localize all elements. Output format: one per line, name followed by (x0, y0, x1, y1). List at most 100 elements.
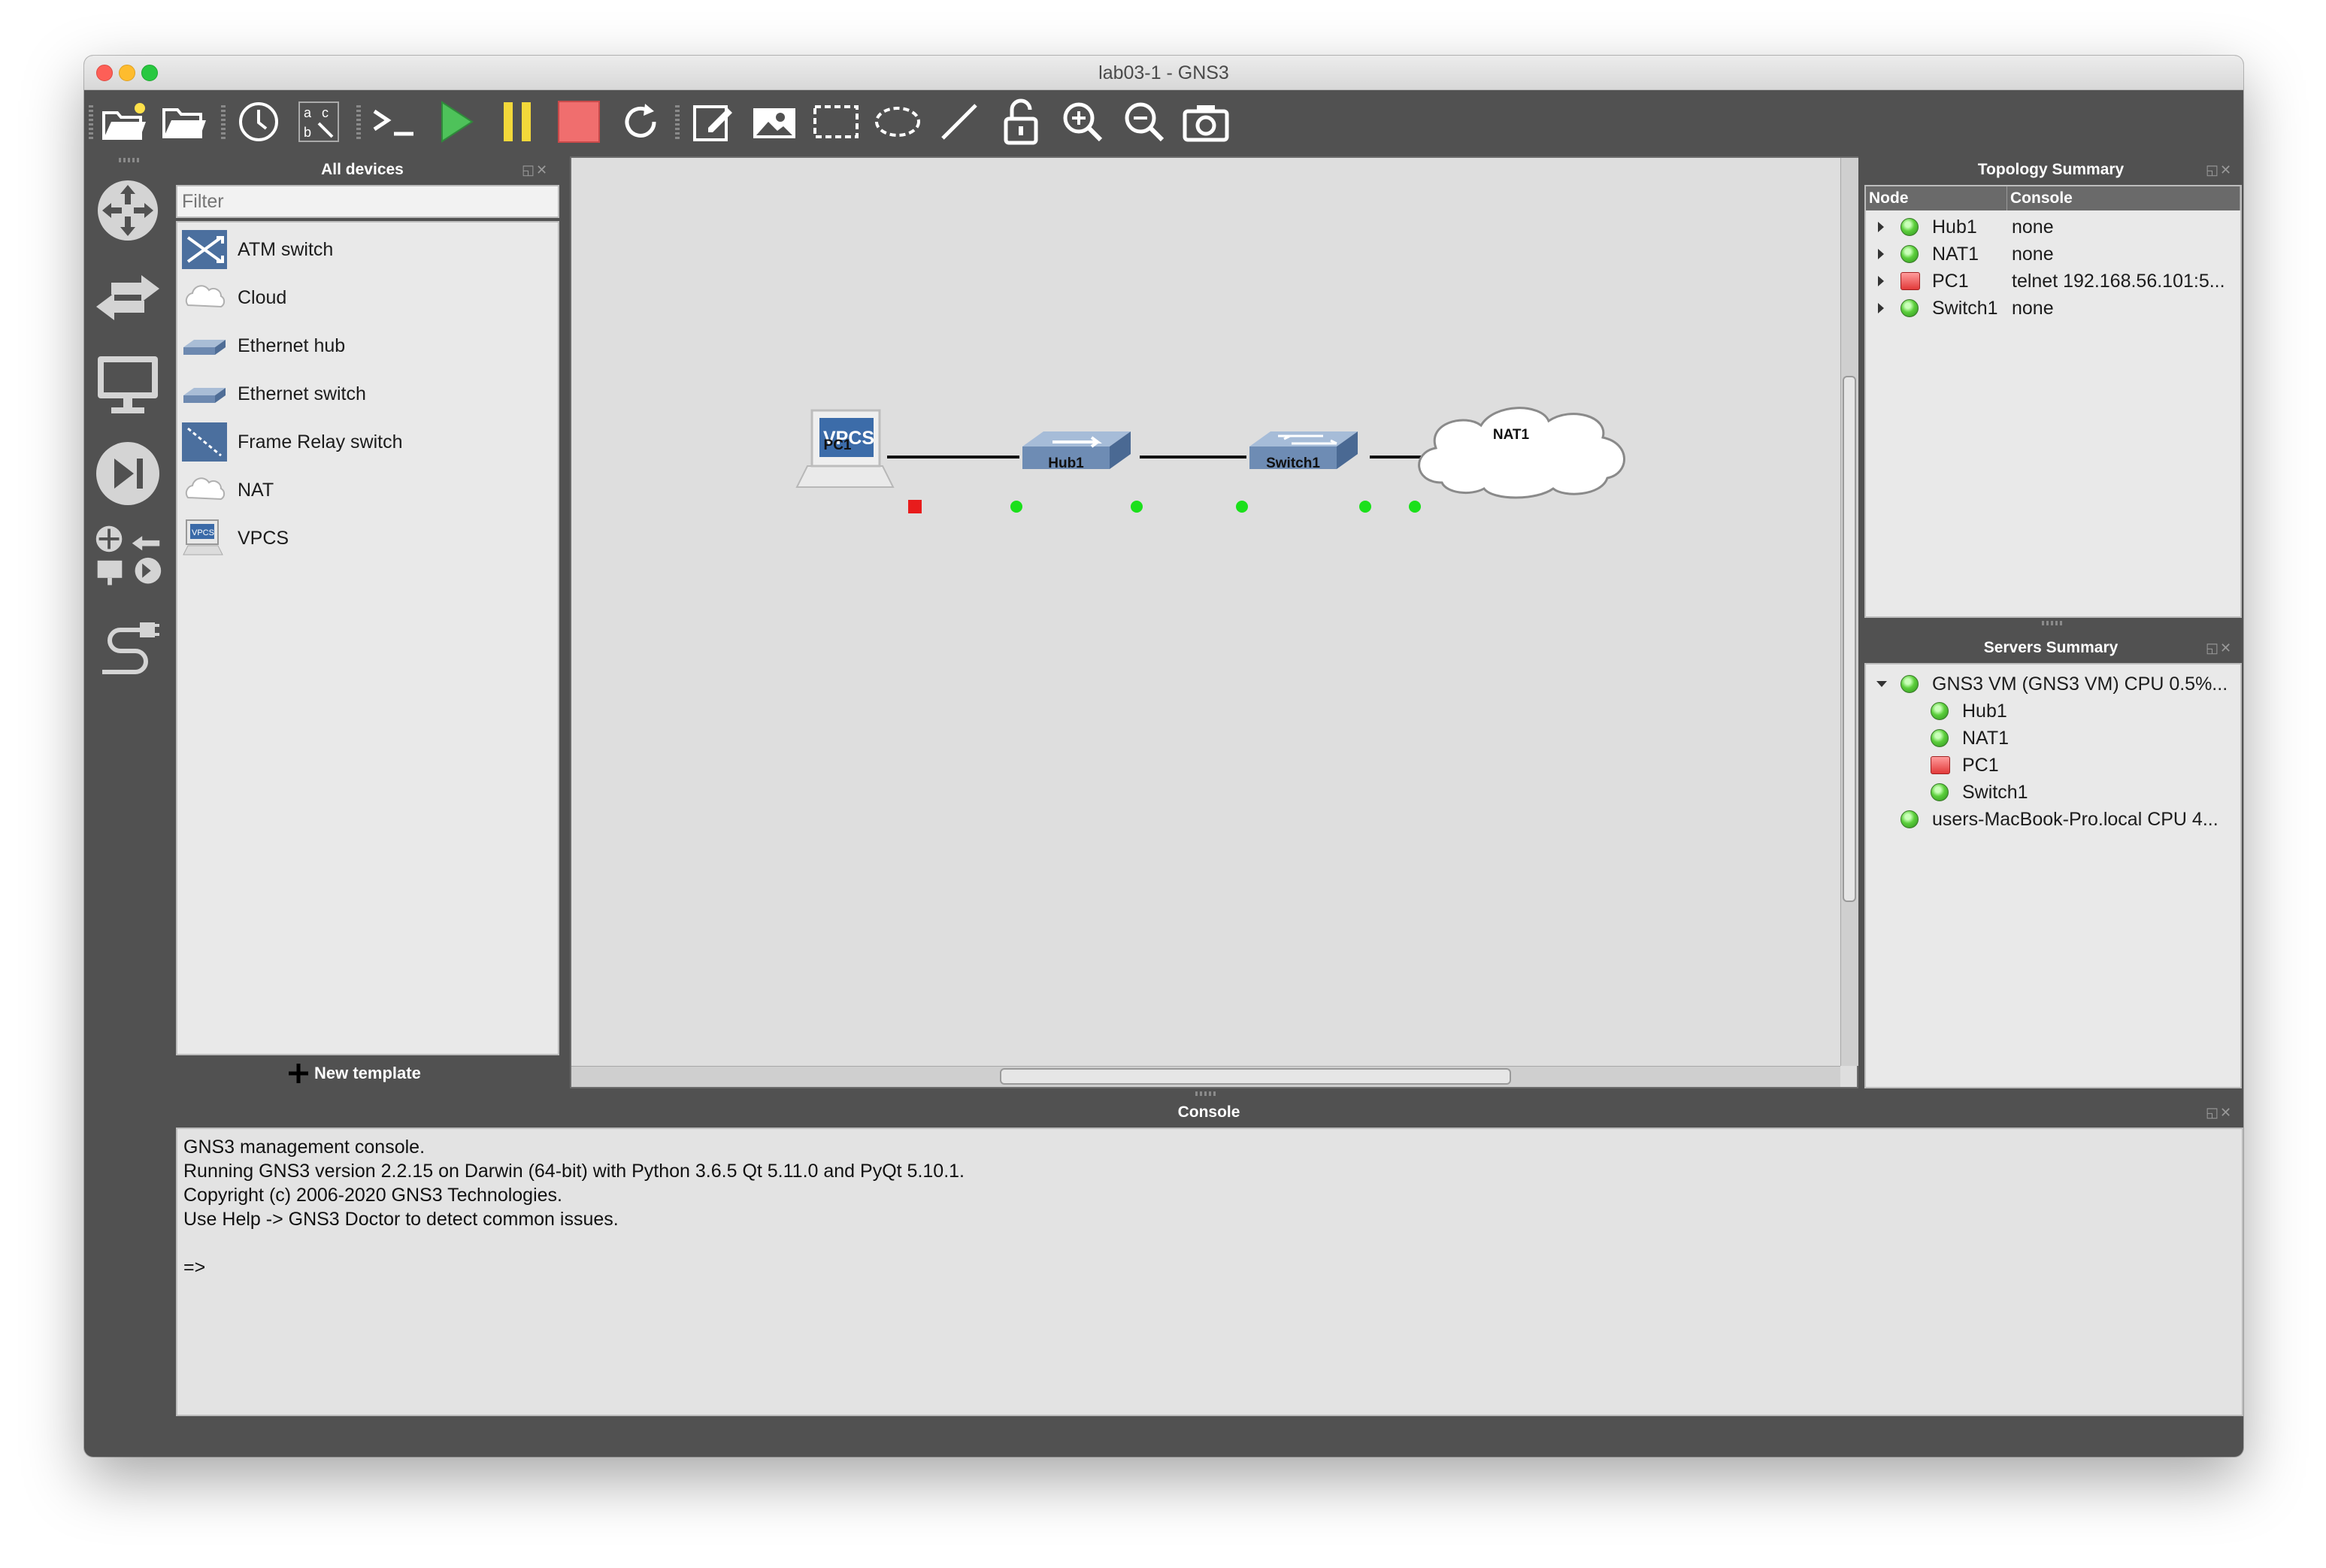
device-label: Cloud (238, 286, 287, 308)
add-note-button[interactable] (686, 95, 740, 149)
server-row[interactable]: users-MacBook-Pro.local CPU 4... (1866, 806, 2240, 833)
browse-security-devices-button[interactable] (92, 436, 164, 511)
device-item-ethernet-switch[interactable]: Ethernet switch (180, 371, 556, 416)
svg-text:a: a (304, 105, 312, 120)
server-node-row[interactable]: PC1 (1866, 752, 2240, 779)
server-node-row[interactable]: NAT1 (1866, 725, 2240, 752)
unlock-icon (1004, 98, 1038, 145)
collapse-arrow-icon[interactable] (1876, 681, 1887, 687)
started-status-icon (1900, 675, 1919, 693)
monitor-icon (98, 356, 158, 413)
vpcs-icon: VPCS (180, 517, 229, 559)
table-row[interactable]: Hub1 none (1866, 213, 2240, 241)
canvas-horizontal-scrollbar[interactable] (571, 1066, 1840, 1087)
show-interface-labels-button[interactable]: acb (292, 95, 346, 149)
new-template-button[interactable]: New template (287, 1057, 421, 1090)
browse-switches-button[interactable] (92, 262, 164, 334)
device-label: NAT (238, 479, 274, 501)
server-row[interactable]: GNS3 VM (GNS3 VM) CPU 0.5%... (1866, 670, 2240, 698)
table-row[interactable]: Switch1 none (1866, 295, 2240, 322)
right-splitter-grip[interactable] (2042, 621, 2064, 625)
devices-panel-float-close[interactable]: ◱✕ (522, 162, 555, 179)
server-node-row[interactable]: Switch1 (1866, 779, 2240, 806)
vertical-scroll-thumb[interactable] (1843, 376, 1856, 902)
server-node-name: Hub1 (1962, 701, 2007, 722)
node-label-nat1[interactable]: NAT1 (1451, 427, 1571, 443)
table-row[interactable]: PC1 telnet 192.168.56.101:5... (1866, 268, 2240, 295)
interface-labels-icon: a cb (298, 101, 339, 142)
console-line: Use Help -> GNS3 Doctor to detect common… (183, 1209, 619, 1230)
device-filter-input[interactable] (176, 185, 559, 218)
start-all-button[interactable] (429, 95, 483, 149)
open-project-button[interactable] (158, 95, 212, 149)
ethernet-switch-icon (180, 373, 229, 415)
server-node-row[interactable]: Hub1 (1866, 698, 2240, 725)
draw-ellipse-button[interactable] (871, 95, 925, 149)
draw-line-button[interactable] (932, 95, 986, 149)
node-label-switch1[interactable]: Switch1 (1233, 456, 1353, 472)
started-status-icon (1900, 245, 1919, 263)
device-label: ATM switch (238, 238, 334, 260)
add-link-button[interactable] (92, 613, 164, 689)
topology-canvas[interactable]: VPCS PC1 Hub1 Switch1 NAT1 (570, 156, 1858, 1088)
browse-end-devices-button[interactable] (92, 349, 164, 421)
expand-arrow-icon[interactable] (1878, 249, 1884, 259)
console-all-button[interactable] (367, 95, 421, 149)
svg-text:c: c (322, 105, 329, 120)
started-status-icon (1931, 729, 1949, 747)
servers-summary-float-close[interactable]: ◱✕ (2206, 640, 2239, 657)
console-prompt[interactable]: => (183, 1255, 2236, 1279)
horizontal-scroll-thumb[interactable] (1000, 1068, 1511, 1085)
lock-items-button[interactable] (994, 95, 1048, 149)
console-float-close[interactable]: ◱✕ (2206, 1105, 2239, 1122)
draw-rectangle-button[interactable] (809, 95, 863, 149)
server-name: GNS3 VM (GNS3 VM) CPU 0.5%... (1932, 674, 2228, 695)
reload-all-button[interactable] (613, 95, 668, 149)
all-devices-icon (95, 525, 162, 586)
device-item-ethernet-hub[interactable]: Ethernet hub (180, 323, 556, 368)
insert-picture-button[interactable] (747, 95, 801, 149)
table-row[interactable]: NAT1 none (1866, 241, 2240, 268)
screenshot-button[interactable] (1179, 95, 1233, 149)
topology-summary-float-close[interactable]: ◱✕ (2206, 162, 2239, 179)
device-item-frame-relay-switch[interactable]: Frame Relay switch (180, 419, 556, 465)
open-folder-icon (162, 108, 206, 138)
device-type-bar (84, 156, 171, 1352)
stop-all-button[interactable] (552, 95, 606, 149)
new-project-button[interactable] (98, 95, 152, 149)
canvas-vertical-scrollbar[interactable] (1840, 158, 1858, 1066)
expand-arrow-icon[interactable] (1878, 303, 1884, 313)
node-console: telnet 192.168.56.101:5... (2012, 271, 2225, 292)
column-header-console[interactable]: Console (2007, 186, 2240, 210)
expand-arrow-icon[interactable] (1878, 222, 1884, 232)
zoom-in-icon (1063, 102, 1103, 142)
device-label: Ethernet switch (238, 383, 366, 404)
device-item-vpcs[interactable]: VPCS VPCS (180, 516, 556, 561)
device-item-atm-switch[interactable]: ATM switch (180, 227, 556, 272)
browse-routers-button[interactable] (92, 174, 164, 247)
stopped-status-icon (1900, 272, 1920, 290)
zoom-out-button[interactable] (1117, 95, 1171, 149)
node-label-hub1[interactable]: Hub1 (1006, 456, 1126, 472)
expand-arrow-icon[interactable] (1878, 276, 1884, 286)
leftbar-grip[interactable] (119, 158, 141, 162)
node-nat1-icon (1418, 407, 1625, 499)
console-output[interactable]: GNS3 management console. Running GNS3 ve… (176, 1128, 2243, 1416)
snapshot-button[interactable] (232, 95, 286, 149)
suspend-all-button[interactable] (490, 95, 544, 149)
stop-icon (558, 101, 600, 143)
zoom-in-button[interactable] (1055, 95, 1110, 149)
browse-all-devices-button[interactable] (92, 519, 164, 594)
toolbar-grip[interactable] (89, 105, 93, 140)
column-header-node[interactable]: Node (1866, 186, 2007, 210)
servers-summary-title: Servers Summary (1983, 639, 2119, 656)
server-name: users-MacBook-Pro.local CPU 4... (1932, 809, 2218, 830)
console-splitter-grip[interactable] (1195, 1091, 1218, 1096)
toolbar-separator (356, 105, 361, 140)
device-item-nat[interactable]: NAT (180, 468, 556, 513)
console-line: Copyright (c) 2006-2020 GNS3 Technologie… (183, 1185, 562, 1206)
node-label-pc1[interactable]: PC1 (777, 437, 898, 454)
device-item-cloud[interactable]: Cloud (180, 275, 556, 320)
node-name: Hub1 (1932, 216, 1977, 238)
